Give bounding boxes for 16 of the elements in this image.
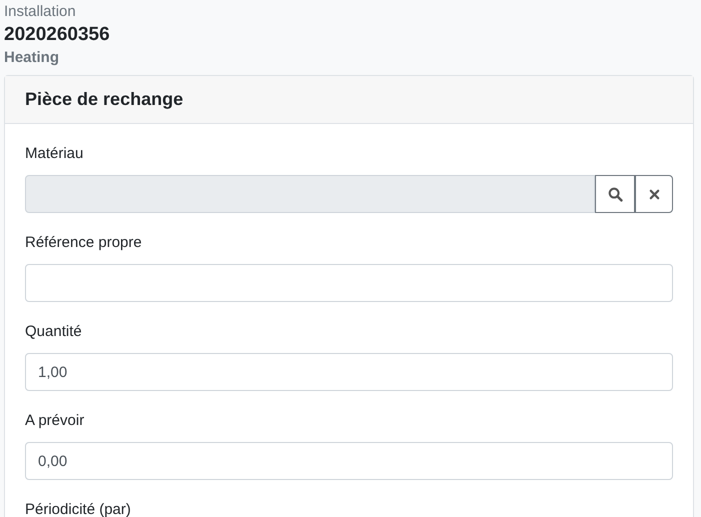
- card-title: Pièce de rechange: [25, 89, 184, 110]
- installation-label: Installation: [4, 3, 77, 21]
- input-field[interactable]: 1,00: [25, 353, 673, 391]
- field-label: Matériau: [25, 144, 84, 164]
- installation-category: Heating: [4, 48, 60, 68]
- input-field[interactable]: 0,00: [25, 442, 673, 480]
- field-label: A prévoir: [25, 411, 86, 431]
- field-label: Référence propre: [25, 233, 143, 253]
- field-label: Périodicité (par): [25, 500, 132, 517]
- search-icon: [608, 186, 622, 202]
- clear-button[interactable]: [635, 175, 673, 213]
- field-label: Quantité: [25, 322, 83, 342]
- close-icon: [648, 188, 660, 200]
- search-button[interactable]: [595, 175, 635, 213]
- installation-number: 2020260356: [4, 23, 111, 47]
- input-field[interactable]: [25, 264, 673, 302]
